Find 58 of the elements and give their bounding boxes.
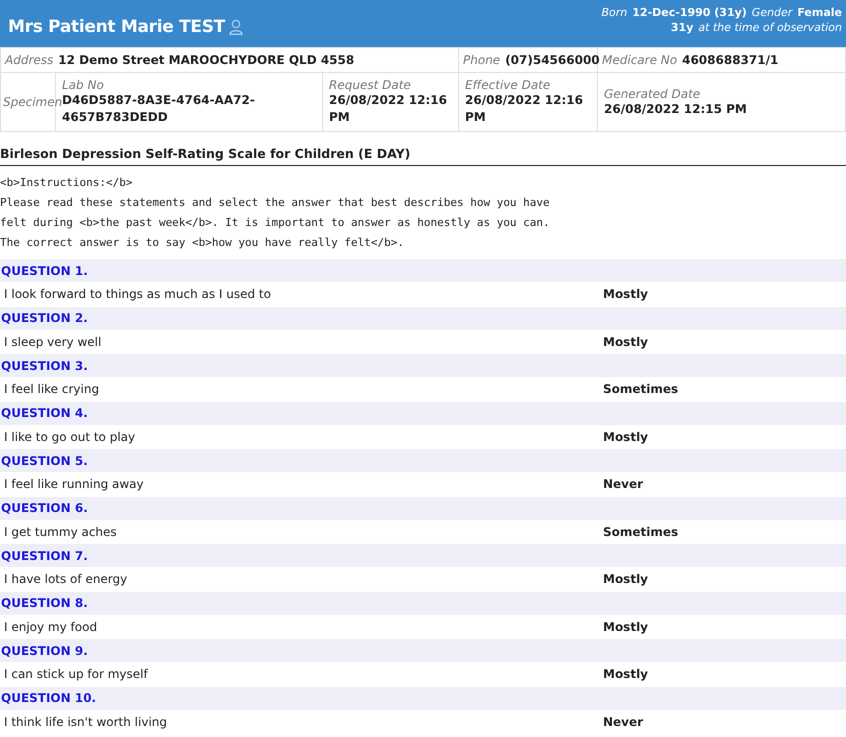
field-label: Generated Date [604,86,702,100]
field-label: Request Date [329,78,412,92]
question-heading: QUESTION 3. [1,358,88,372]
field-value: D46D5887-8A3E-4764-AA72-4657B783DEDD [62,92,256,126]
field-label: Medicare No [602,53,678,67]
answer-value: Mostly [603,334,648,349]
gender-value: Female [797,6,842,19]
person-icon [228,18,243,34]
question-statement: I feel like crying [4,382,100,396]
instruction-text: Please read these statements and select the answer that best describes how you have [0,195,551,211]
question-heading: QUESTION 2. [1,311,88,325]
field-value: 26/08/2022 12:16 PM [329,92,448,126]
question-statement: I sleep very well [4,334,102,349]
answer-value: Mostly [603,430,648,444]
question-statement: I can stick up for myself [4,667,149,682]
field-value: 4608688371/1 [682,53,778,67]
question-heading: QUESTION 7. [1,548,88,562]
question-heading: QUESTION 1. [1,264,88,278]
answer-value: Never [603,477,644,492]
field-value: 26/08/2022 12:15 PM [604,100,748,118]
question-heading: QUESTION 5. [1,454,88,468]
field-label: Effective Date [465,78,552,92]
answer-value: Mostly [603,287,648,302]
field-label: Phone [463,53,500,67]
born-label: Born [601,6,628,19]
field-label: Specimen [3,95,62,109]
field-value: 26/08/2022 12:16 PM [465,92,584,126]
question-statement: I like to go out to play [4,430,136,444]
question-statement: I get tummy aches [4,524,118,539]
field-value: (07)54566000 [505,53,600,67]
field-label: Lab No [62,78,105,92]
report-title: Birleson Depression Self-Rating Scale for Children (E DAY) [0,132,846,166]
answer-value: Never [603,714,644,729]
question-statement: I enjoy my food [4,620,98,634]
answer-value: Mostly [603,620,648,634]
question-statement: I feel like running away [4,477,145,492]
question-heading: QUESTION 10. [1,691,96,705]
question-heading: QUESTION 9. [1,644,88,658]
answer-value: Sometimes [603,382,678,396]
answer-value: Sometimes [603,524,678,539]
question-statement: I think life isn't worth living [4,714,168,729]
instruction-text: felt during <b>the past week</b>. It is important to answer as honestly as you can. [0,215,551,231]
field-value: 12 Demo Street MAROOCHYDORE QLD 4558 [58,53,354,67]
age-value: 31y [670,21,694,34]
answer-value: Mostly [603,667,648,682]
born-value: 12-Dec-1990 (31y) [632,6,747,19]
instruction-text: <b>Instructions:</b> [0,175,134,191]
age-note: at the time of observation [698,21,842,34]
question-heading: QUESTION 8. [1,596,88,610]
field-label: Address [5,53,54,67]
question-statement: I look forward to things as much as I used to [4,287,272,302]
question-heading: QUESTION 6. [1,501,88,515]
gender-label: Gender [752,6,792,19]
answer-value: Mostly [603,572,648,586]
question-heading: QUESTION 4. [1,406,88,420]
patient-name: Mrs Patient Marie TEST [8,16,225,36]
instruction-text: The correct answer is to say <b>how you have really felt</b>. [0,235,405,251]
question-statement: I have lots of energy [4,572,128,586]
